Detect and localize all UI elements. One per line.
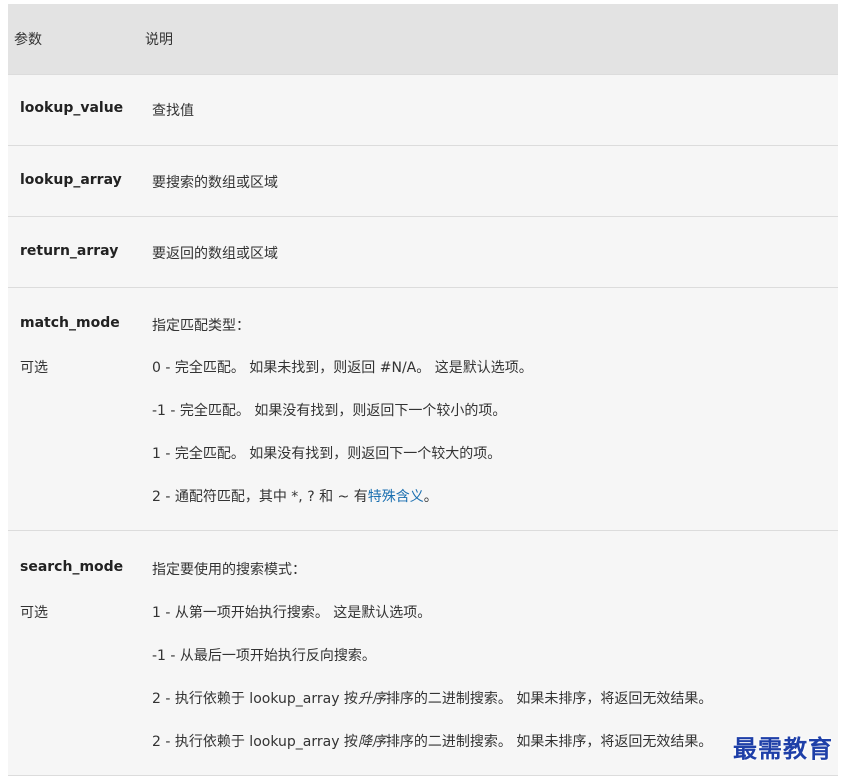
table-row: lookup_array 要搜索的数组或区域 [8,145,838,216]
table-row: match_mode 可选 指定匹配类型： 0 - 完全匹配。 如果未找到，则返… [8,287,838,530]
binary-desc-emphasis: 降序 [357,734,386,750]
binary-desc-suffix: 排序的二进制搜索。 如果未排序，将返回无效结果。 [385,734,713,750]
table-row: lookup_value 查找值 [8,74,838,145]
param-name: lookup_array [20,172,122,188]
list-item: 2 - 执行依赖于 lookup_array 按升序排序的二进制搜索。 如果未排… [152,688,712,708]
list-item: -1 - 从最后一项开始执行反向搜索。 [152,648,376,664]
list-item: 2 - 执行依赖于 lookup_array 按降序排序的二进制搜索。 如果未排… [152,731,712,751]
param-desc-title: 指定匹配类型： [152,318,250,334]
param-desc: 要搜索的数组或区域 [152,175,278,191]
param-optional: 可选 [20,360,48,376]
table-row: search_mode 可选 指定要使用的搜索模式： 1 - 从第一项开始执行搜… [8,530,838,776]
param-optional: 可选 [20,605,48,621]
param-desc: 要返回的数组或区域 [152,246,278,262]
parameter-table: 参数 说明 lookup_value 查找值 lookup_array 要搜索的… [8,4,838,776]
watermark-logo: 最需教育 [733,734,833,763]
header-desc: 说明 [145,32,173,48]
param-name: match_mode [20,315,120,331]
list-item: 1 - 完全匹配。 如果没有找到，则返回下一个较大的项。 [152,446,502,462]
wildcard-text: 2 - 通配符匹配，其中 *, ? 和 ~ 有 [152,489,368,505]
param-desc-title: 指定要使用的搜索模式： [152,562,306,578]
table-header: 参数 说明 [8,4,838,74]
param-name: return_array [20,243,119,259]
wildcard-suffix: 。 [423,489,438,505]
binary-asc-suffix: 排序的二进制搜索。 如果未排序，将返回无效结果。 [385,691,713,707]
header-param: 参数 [14,32,42,48]
param-name: lookup_value [20,100,124,116]
binary-asc-emphasis: 升序 [357,691,386,707]
list-item: -1 - 完全匹配。 如果没有找到，则返回下一个较小的项。 [152,403,507,419]
list-item: 0 - 完全匹配。 如果未找到，则返回 #N/A。 这是默认选项。 [152,360,533,376]
list-item: 1 - 从第一项开始执行搜索。 这是默认选项。 [152,605,432,621]
list-item: 2 - 通配符匹配，其中 *, ? 和 ~ 有特殊含义。 [152,486,438,506]
binary-asc-prefix: 2 - 执行依赖于 lookup_array 按 [152,691,358,707]
param-desc: 查找值 [152,103,194,119]
binary-desc-prefix: 2 - 执行依赖于 lookup_array 按 [152,734,358,750]
page: 参数 说明 lookup_value 查找值 lookup_array 要搜索的… [0,0,841,778]
table-row: return_array 要返回的数组或区域 [8,216,838,287]
special-meaning-link[interactable]: 特殊含义 [368,489,424,505]
param-name: search_mode [20,559,124,575]
